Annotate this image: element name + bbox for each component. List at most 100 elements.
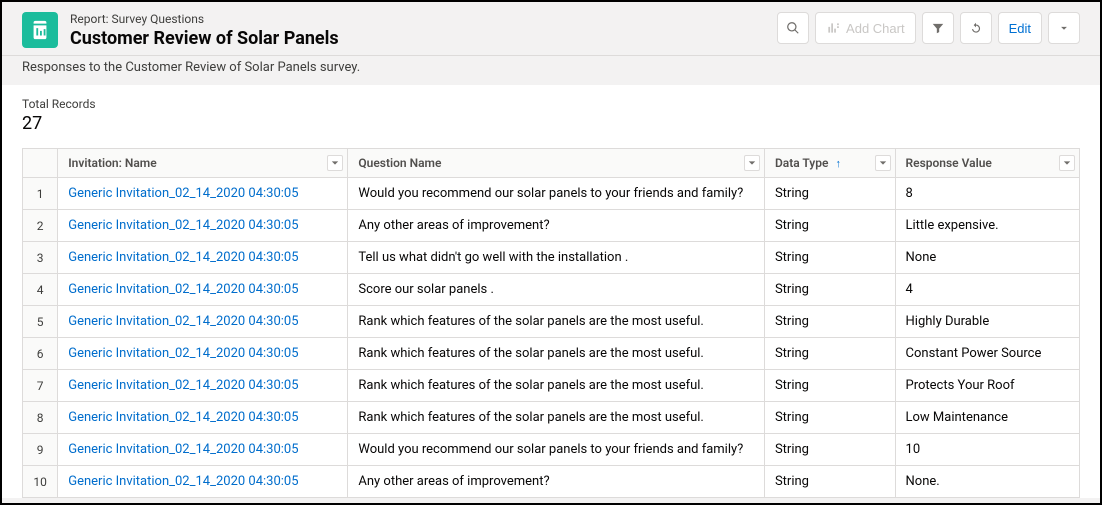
cell-response: 8 (895, 178, 1079, 210)
cell-invitation: Generic Invitation_02_14_2020 04:30:05 (58, 402, 348, 434)
col-filter-question[interactable] (744, 155, 760, 171)
row-number: 9 (23, 434, 58, 466)
cell-invitation: Generic Invitation_02_14_2020 04:30:05 (58, 210, 348, 242)
cell-data-type: String (764, 338, 895, 370)
cell-data-type: String (764, 466, 895, 498)
cell-data-type: String (764, 210, 895, 242)
cell-invitation: Generic Invitation_02_14_2020 04:30:05 (58, 466, 348, 498)
table-row: 5 Generic Invitation_02_14_2020 04:30:05 R… (23, 306, 1080, 338)
search-button[interactable] (777, 12, 809, 44)
col-header-question[interactable]: Question Name (348, 149, 765, 178)
report-icon (22, 12, 58, 48)
table-row: 7Generic Invitation_02_14_2020 04:30:05R… (23, 370, 1080, 402)
cell-question: Rank which features of the solar panels … (348, 338, 765, 370)
cell-question: Rank which features of the solar panels … (348, 402, 765, 434)
cell-response: None. (895, 466, 1079, 498)
invitation-link[interactable]: Generic Invitation_02_14_2020 04:30:05 (68, 186, 298, 201)
total-records-value: 27 (22, 113, 1080, 134)
table-row: 9 Generic Invitation_02_14_2020 04:30:05 W… (23, 434, 1080, 466)
cell-invitation: Generic Invitation_02_14_2020 04:30:05 (58, 178, 348, 210)
cell-response: Protects Your Roof (895, 370, 1079, 402)
table-row: 10 Generic Invitation_02_14_2020 04:30:05… (23, 466, 1080, 498)
total-records-label: Total Records (22, 97, 1080, 111)
cell-data-type: String (764, 434, 895, 466)
report-eyebrow: Report: Survey Questions (70, 12, 339, 28)
invitation-link[interactable]: Generic Invitation_02_14_2020 04:30:05 (68, 474, 298, 489)
invitation-link[interactable]: Generic Invitation_02_14_2020 04:30:05 (68, 314, 298, 329)
cell-question: Would you recommend our solar panels to … (348, 434, 765, 466)
cell-data-type: String (764, 370, 895, 402)
cell-response: Highly Durable (895, 306, 1079, 338)
row-number: 7 (23, 370, 58, 402)
refresh-button[interactable] (960, 12, 992, 44)
cell-invitation: Generic Invitation_02_14_2020 04:30:05 (58, 274, 348, 306)
col-header-row-number (23, 149, 58, 178)
row-number: 4 (23, 274, 58, 306)
chevron-down-icon (748, 159, 756, 167)
col-header-data-type-label: Data Type (775, 156, 829, 170)
cell-question: Would you recommend our solar panels to … (348, 178, 765, 210)
more-actions-button[interactable] (1048, 12, 1080, 44)
report-description: Responses to the Customer Review of Sola… (22, 60, 1100, 75)
col-header-data-type[interactable]: Data Type ↑ (764, 149, 895, 178)
col-header-invitation[interactable]: Invitation: Name (58, 149, 348, 178)
cell-data-type: String (764, 402, 895, 434)
row-number: 2 (23, 210, 58, 242)
refresh-icon (969, 21, 983, 35)
row-number: 3 (23, 242, 58, 274)
edit-label: Edit (1009, 21, 1031, 36)
cell-invitation: Generic Invitation_02_14_2020 04:30:05 (58, 242, 348, 274)
cell-question: Rank which features of the solar panels … (348, 306, 765, 338)
invitation-link[interactable]: Generic Invitation_02_14_2020 04:30:05 (68, 378, 298, 393)
col-header-question-label: Question Name (358, 156, 441, 170)
cell-question: Tell us what didn't go well with the ins… (348, 242, 765, 274)
table-row: 4 Generic Invitation_02_14_2020 04:30:05 S… (23, 274, 1080, 306)
table-row: 6Generic Invitation_02_14_2020 04:30:05R… (23, 338, 1080, 370)
invitation-link[interactable]: Generic Invitation_02_14_2020 04:30:05 (68, 218, 298, 233)
table-row: 2Generic Invitation_02_14_2020 04:30:05A… (23, 210, 1080, 242)
table-row: 1 Generic Invitation_02_14_2020 04:30:05 W… (23, 178, 1080, 210)
add-chart-icon (826, 21, 840, 35)
invitation-link[interactable]: Generic Invitation_02_14_2020 04:30:05 (68, 410, 298, 425)
add-chart-label: Add Chart (846, 21, 905, 36)
col-filter-response[interactable] (1059, 155, 1075, 171)
invitation-link[interactable]: Generic Invitation_02_14_2020 04:30:05 (68, 442, 298, 457)
invitation-link[interactable]: Generic Invitation_02_14_2020 04:30:05 (68, 250, 298, 265)
add-chart-button[interactable]: Add Chart (815, 12, 916, 44)
col-filter-invitation[interactable] (327, 155, 343, 171)
chevron-down-icon (331, 159, 339, 167)
table-row: 3 Generic Invitation_02_14_2020 04:30:05 T… (23, 242, 1080, 274)
filter-button[interactable] (922, 12, 954, 44)
filter-icon (931, 21, 945, 35)
row-number: 10 (23, 466, 58, 498)
report-title: Customer Review of Solar Panels (70, 28, 339, 50)
col-header-invitation-label: Invitation: Name (68, 156, 156, 170)
col-header-response[interactable]: Response Value (895, 149, 1079, 178)
invitation-link[interactable]: Generic Invitation_02_14_2020 04:30:05 (68, 346, 298, 361)
cell-invitation: Generic Invitation_02_14_2020 04:30:05 (58, 338, 348, 370)
row-number: 8 (23, 402, 58, 434)
table-row: 8 Generic Invitation_02_14_2020 04:30:05 R… (23, 402, 1080, 434)
cell-data-type: String (764, 178, 895, 210)
cell-response: Constant Power Source (895, 338, 1079, 370)
col-header-response-label: Response Value (906, 156, 992, 170)
cell-data-type: String (764, 306, 895, 338)
results-table: Invitation: Name Question Name Data Type… (22, 148, 1080, 498)
cell-invitation: Generic Invitation_02_14_2020 04:30:05 (58, 434, 348, 466)
row-number: 5 (23, 306, 58, 338)
chevron-down-icon (1063, 159, 1071, 167)
cell-question: Any other areas of improvement? (348, 466, 765, 498)
cell-response: Little expensive. (895, 210, 1079, 242)
cell-response: 4 (895, 274, 1079, 306)
cell-response: None (895, 242, 1079, 274)
cell-response: Low Maintenance (895, 402, 1079, 434)
invitation-link[interactable]: Generic Invitation_02_14_2020 04:30:05 (68, 282, 298, 297)
cell-question: Score our solar panels . (348, 274, 765, 306)
col-filter-data-type[interactable] (875, 155, 891, 171)
edit-button[interactable]: Edit (998, 12, 1042, 44)
chevron-down-icon (1057, 21, 1071, 35)
cell-data-type: String (764, 242, 895, 274)
sort-asc-icon: ↑ (835, 157, 841, 170)
row-number: 1 (23, 178, 58, 210)
cell-invitation: Generic Invitation_02_14_2020 04:30:05 (58, 306, 348, 338)
